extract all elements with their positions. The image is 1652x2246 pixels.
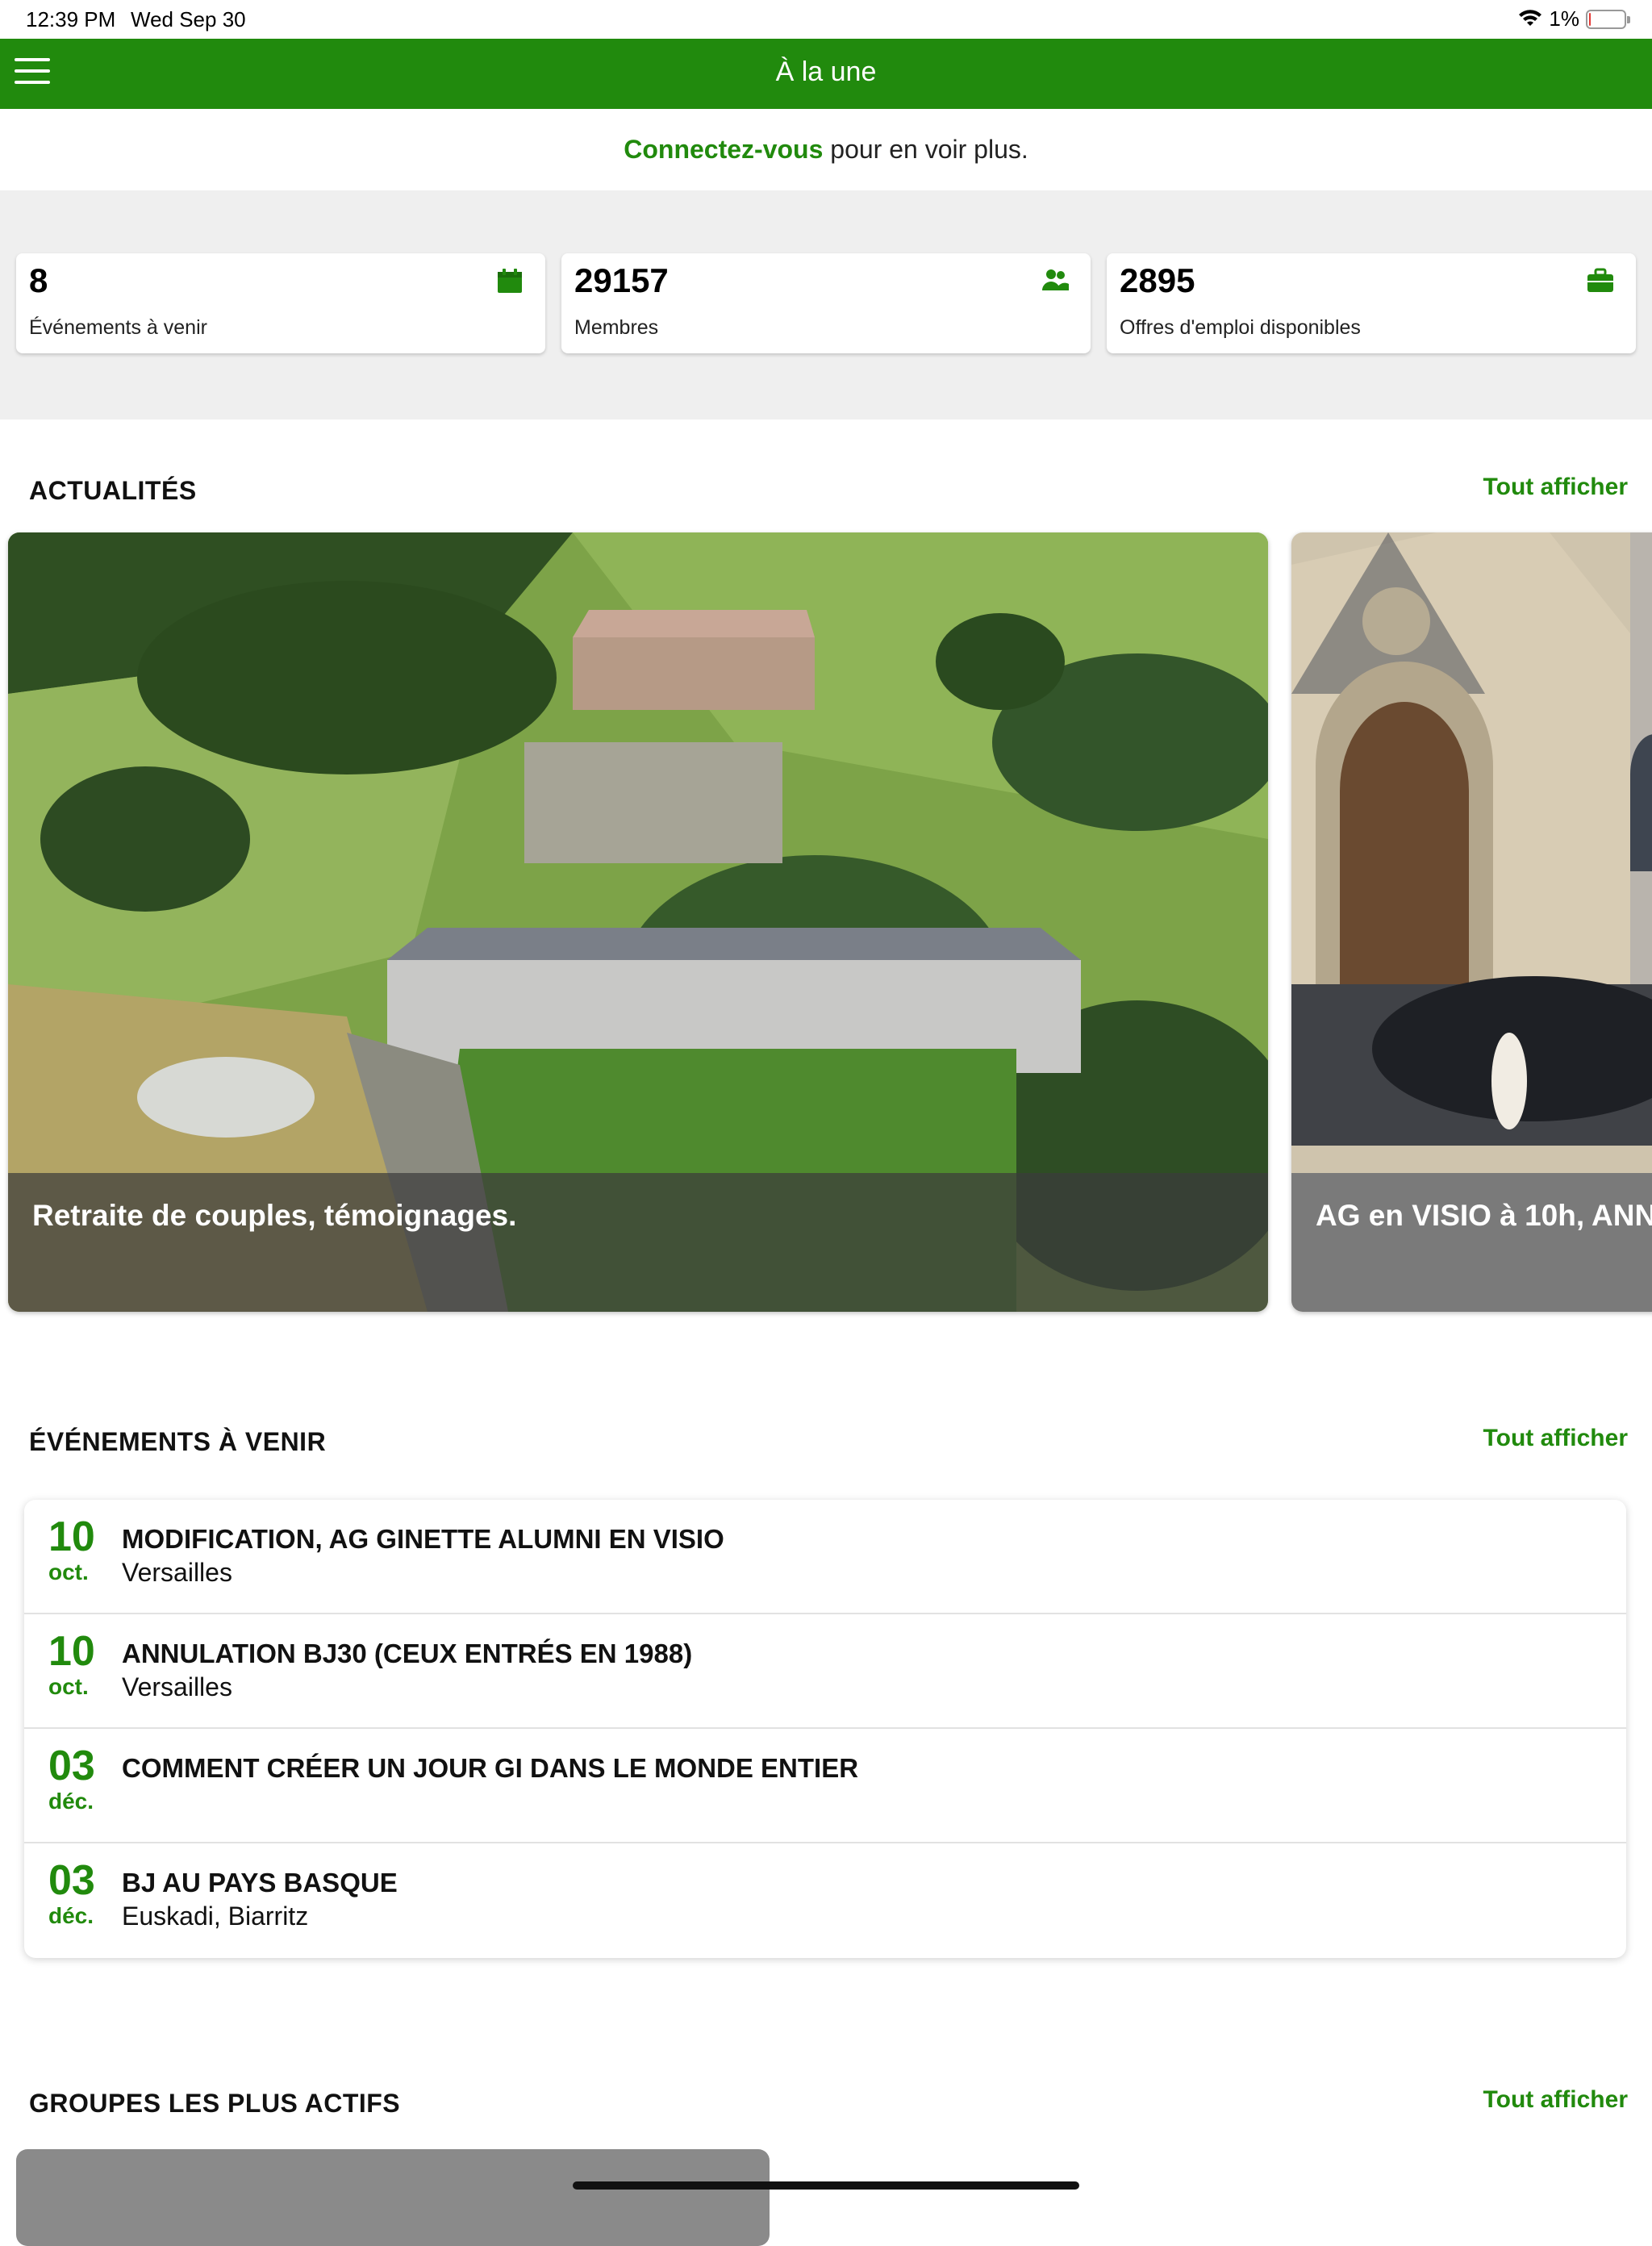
event-row[interactable]: 10 oct. ANNULATION BJ30 (CEUX ENTRÉS EN …: [24, 1614, 1626, 1729]
event-day: 10: [48, 1628, 95, 1675]
event-title: ANNULATION BJ30 (CEUX ENTRÉS EN 1988): [122, 1639, 693, 1668]
login-prompt-text: pour en voir plus.: [823, 135, 1028, 164]
stat-card-jobs[interactable]: 2895 Offres d'emploi disponibles: [1107, 253, 1636, 353]
news-section-title: ACTUALITÉS: [29, 476, 197, 505]
event-title: BJ AU PAYS BASQUE: [122, 1868, 398, 1897]
login-link[interactable]: Connectez-vous: [624, 135, 823, 164]
event-month: oct.: [48, 1559, 89, 1584]
wifi-icon: [1519, 9, 1542, 26]
event-title: MODIFICATION, AG GINETTE ALUMNI EN VISIO: [122, 1524, 724, 1554]
status-indicators: 1%: [1518, 6, 1630, 31]
groups-section-title: GROUPES LES PLUS ACTIFS: [29, 2089, 401, 2118]
status-date: Wed Sep 30: [131, 7, 246, 31]
stat-label: Événements à venir: [29, 316, 207, 339]
group-card[interactable]: [16, 2149, 770, 2246]
briefcase-icon: [1587, 268, 1613, 292]
news-card[interactable]: Retraite de couples, témoignages.: [8, 532, 1268, 1312]
event-place: Euskadi, Biarritz: [122, 1902, 309, 1931]
battery-percent: 1%: [1549, 6, 1579, 31]
events-list: 10 oct. MODIFICATION, AG GINETTE ALUMNI …: [24, 1500, 1626, 1958]
stat-value: 29157: [574, 261, 669, 299]
home-indicator[interactable]: [573, 2181, 1079, 2190]
event-row[interactable]: 03 déc. BJ AU PAYS BASQUE Euskadi, Biarr…: [24, 1843, 1626, 1958]
stat-card-members[interactable]: 29157 Membres: [561, 253, 1091, 353]
event-row[interactable]: 03 déc. COMMENT CRÉER UN JOUR GI DANS LE…: [24, 1729, 1626, 1843]
event-month: oct.: [48, 1674, 89, 1699]
status-time: 12:39 PM: [26, 7, 116, 31]
event-place: Versailles: [122, 1672, 232, 1701]
groups-see-all-link[interactable]: Tout afficher: [1483, 2086, 1628, 2114]
news-caption: Retraite de couples, témoignages.: [8, 1173, 1268, 1312]
members-icon: [1042, 269, 1069, 290]
stat-value: 8: [29, 261, 48, 299]
events-section-title: ÉVÉNEMENTS À VENIR: [29, 1427, 327, 1456]
login-prompt: Connectez-vous pour en voir plus.: [0, 109, 1652, 190]
event-row[interactable]: 10 oct. MODIFICATION, AG GINETTE ALUMNI …: [24, 1500, 1626, 1614]
event-month: déc.: [48, 1789, 94, 1814]
app-header: À la une: [0, 39, 1652, 109]
event-day: 10: [48, 1513, 95, 1560]
calendar-icon: [498, 269, 522, 293]
stat-label: Membres: [574, 316, 659, 339]
events-see-all-link[interactable]: Tout afficher: [1483, 1425, 1628, 1452]
stat-label: Offres d'emploi disponibles: [1120, 316, 1361, 339]
event-place: Versailles: [122, 1558, 232, 1587]
battery-icon: [1586, 9, 1630, 29]
event-day: 03: [48, 1743, 95, 1789]
stats-area: 8 Événements à venir 29157 Membres 2895 …: [0, 190, 1652, 420]
event-month: déc.: [48, 1903, 94, 1928]
event-title: COMMENT CRÉER UN JOUR GI DANS LE MONDE E…: [122, 1753, 859, 1783]
page-title: À la une: [775, 56, 877, 87]
news-see-all-link[interactable]: Tout afficher: [1483, 474, 1628, 501]
news-card[interactable]: AG en VISIO à 10h, ANNULATION: [1291, 532, 1652, 1312]
status-bar: 12:39 PM Wed Sep 30 1%: [0, 0, 1652, 39]
stat-card-events[interactable]: 8 Événements à venir: [16, 253, 545, 353]
event-day: 03: [48, 1857, 95, 1904]
stat-value: 2895: [1120, 261, 1195, 299]
news-caption: AG en VISIO à 10h, ANNULATION: [1291, 1173, 1652, 1312]
